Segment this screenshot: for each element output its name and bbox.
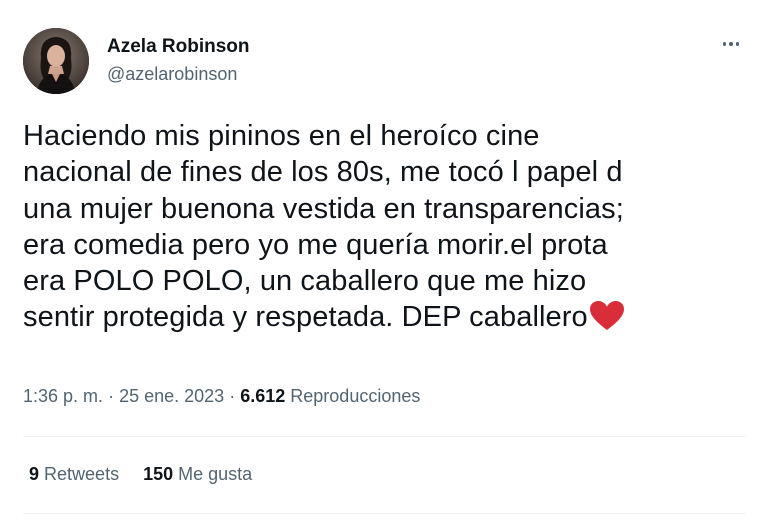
tweet-stats: 9 Retweets 150 Me gusta [29, 464, 252, 485]
tweet-text-line: una mujer buenona vestida en transparenc… [23, 192, 624, 225]
tweet-date[interactable]: 25 ene. 2023 [119, 386, 224, 406]
likes-count: 150 [143, 464, 174, 484]
likes-label: Me gusta [178, 464, 253, 484]
red-heart-icon [589, 301, 624, 331]
views-label: Reproducciones [290, 386, 421, 406]
meta-separator: · [229, 386, 236, 406]
retweets-stat[interactable]: 9 Retweets [29, 464, 119, 484]
avatar[interactable] [23, 28, 89, 94]
retweets-count: 9 [29, 464, 40, 484]
tweet-text-line: sentir protegida y respetada. DEP caball… [23, 301, 588, 334]
divider [23, 513, 746, 514]
tweet-text-line: nacional de fines de los 80s, me tocó l … [23, 156, 623, 189]
author-handle[interactable]: @azelarobinson [107, 64, 237, 85]
tweet-meta: 1:36 p. m. · 25 ene. 2023 · 6.612 Reprod… [23, 386, 420, 407]
author-display-name[interactable]: Azela Robinson [107, 36, 250, 58]
avatar-photo [23, 28, 89, 94]
more-dots-icon[interactable] [716, 34, 746, 54]
meta-separator: · [108, 386, 115, 406]
tweet-text-line: Haciendo mis pininos en el heroíco cine [23, 120, 540, 152]
tweet-text-line-last: sentir protegida y respetada. DEP caball… [23, 299, 758, 335]
retweets-label: Retweets [44, 464, 120, 484]
tweet-text: Haciendo mis pininos en el heroíco cine … [23, 118, 758, 336]
likes-stat[interactable]: 150 Me gusta [143, 464, 252, 484]
divider [23, 436, 746, 437]
tweet-time[interactable]: 1:36 p. m. [23, 386, 103, 406]
tweet-text-line: era POLO POLO, un caballero que me hizo [23, 265, 587, 298]
tweet-card: Azela Robinson @azelarobinson Haciendo m… [0, 0, 768, 523]
tweet-text-line: era comedia pero yo me quería morir.el p… [23, 228, 608, 261]
views-count: 6.612 [240, 386, 286, 406]
